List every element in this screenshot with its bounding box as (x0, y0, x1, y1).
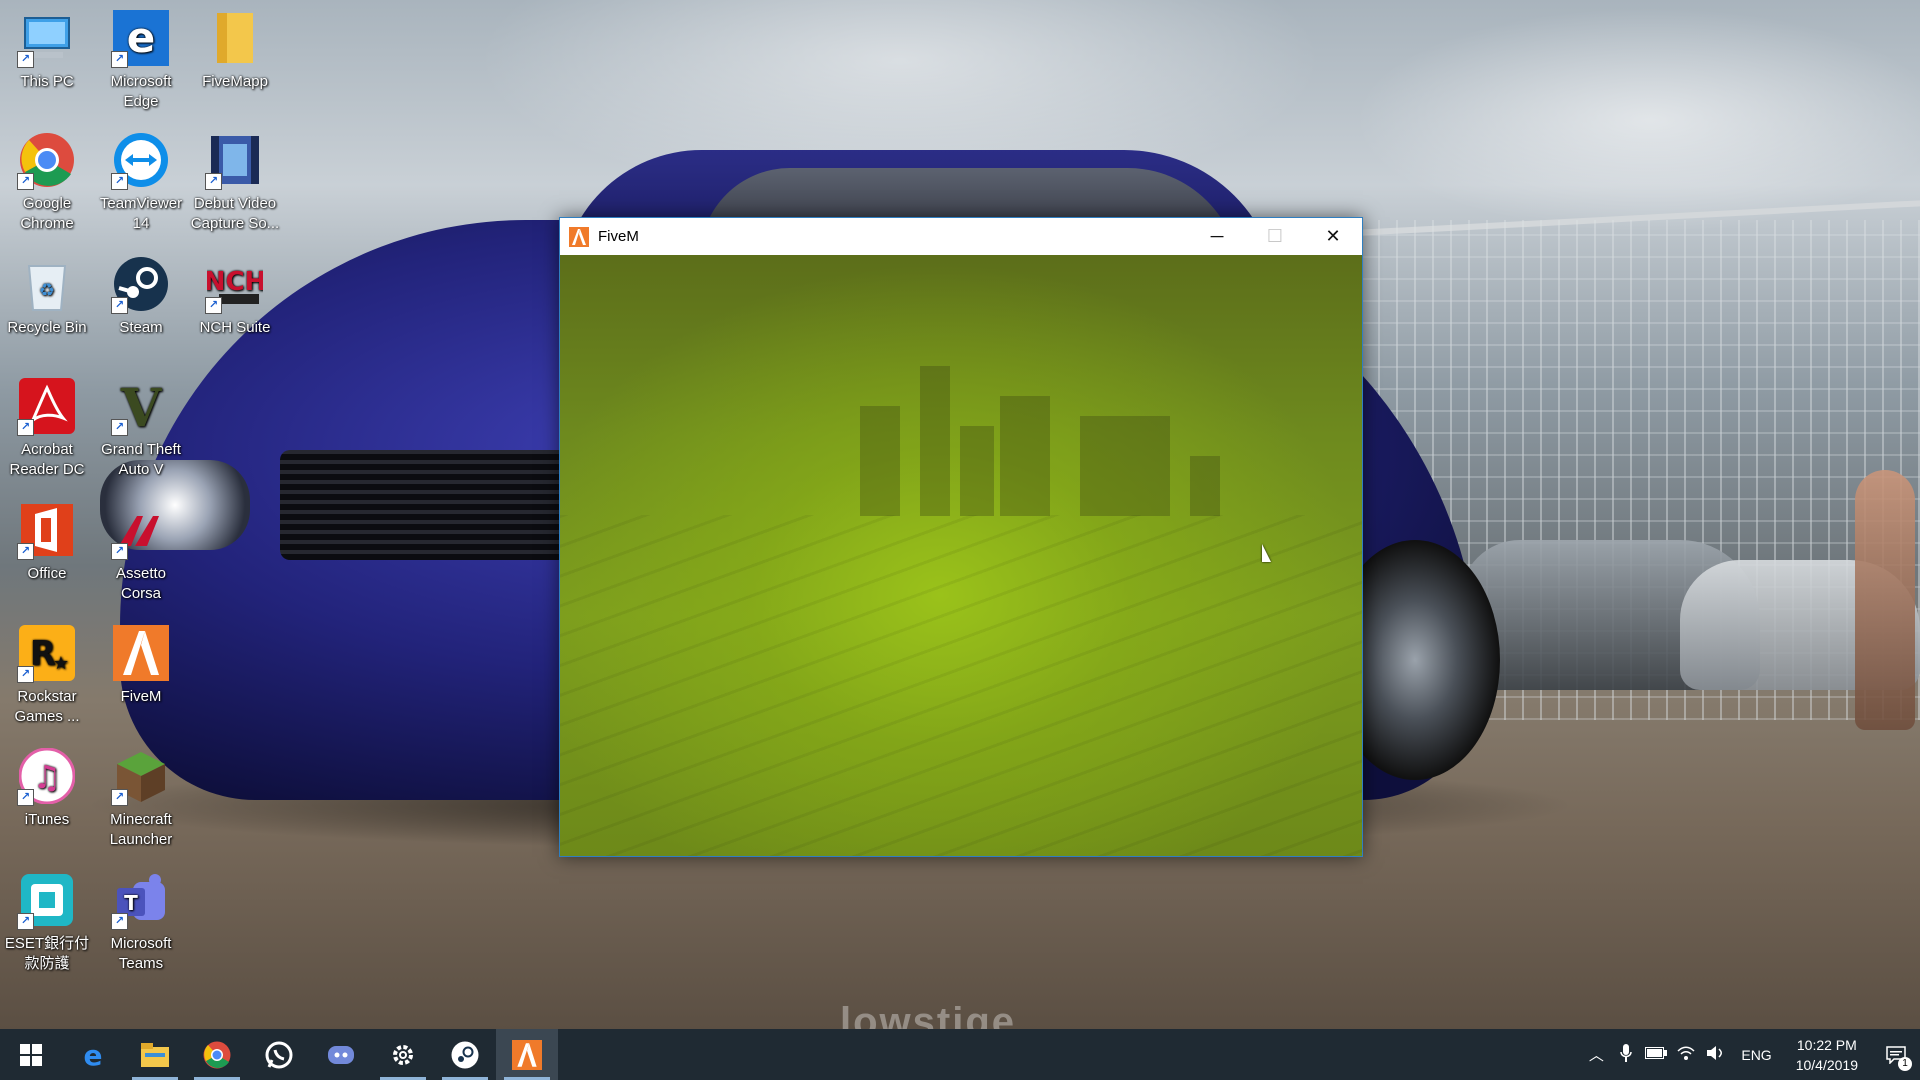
window-title: FiveM (598, 228, 639, 245)
maximize-button[interactable]: ☐ (1246, 218, 1304, 255)
fivem-window[interactable]: FiveM ─ ☐ ✕ (559, 217, 1363, 857)
folder-icon (205, 8, 265, 68)
desktop-wallpaper: lowstige ↗ This PC e ↗ Microsoft Edge Fi… (0, 0, 1920, 1029)
taskbar-chrome[interactable] (186, 1029, 248, 1080)
acrobat-icon: ↗ (17, 376, 77, 436)
svg-text:★: ★ (53, 653, 69, 674)
recycle-bin-icon: ♻ (17, 254, 77, 314)
steam-icon: ↗ (111, 254, 171, 314)
close-button[interactable]: ✕ (1304, 218, 1362, 255)
gta-icon: V ↗ (111, 376, 171, 436)
desktop-icon-debut-video[interactable]: ↗ Debut Video Capture So... (188, 124, 282, 234)
input-language[interactable]: ENG (1731, 1047, 1781, 1063)
mouse-cursor (1262, 544, 1280, 562)
clock[interactable]: 10:22 PM 10/4/2019 (1782, 1035, 1872, 1075)
assetto-corsa-icon: ↗ (111, 500, 171, 560)
start-button[interactable] (0, 1029, 62, 1080)
settings-icon (393, 1044, 413, 1065)
loading-city-ground (560, 515, 1362, 856)
svg-text:e: e (127, 13, 156, 62)
svg-text:♻: ♻ (39, 280, 55, 301)
loading-city-skyline (560, 366, 1362, 516)
taskbar-edge[interactable]: e (62, 1029, 124, 1080)
desktop-icon-office[interactable]: ↗ Office (0, 494, 94, 584)
edge-icon: e (84, 1041, 103, 1069)
wallpaper-person (1855, 470, 1915, 730)
clock-time: 10:22 PM (1796, 1036, 1857, 1053)
desktop-icon-itunes[interactable]: ♫ ↗ iTunes (0, 740, 94, 830)
desktop-icon-fivemapp[interactable]: FiveMapp (188, 2, 282, 92)
show-hidden-icons-chevron-icon[interactable]: ︿ (1581, 1044, 1611, 1065)
desktop-icon-google-chrome[interactable]: ↗ Google Chrome (0, 124, 94, 234)
office-icon: ↗ (17, 500, 77, 560)
action-center-button[interactable]: 1 (1872, 1029, 1920, 1080)
desktop-icon-teamviewer[interactable]: ↗ TeamViewer 14 (94, 124, 188, 234)
rockstar-icon: R ★ ↗ (17, 623, 77, 683)
notification-badge: 1 (1898, 1057, 1912, 1071)
desktop-icon-acrobat-reader[interactable]: ↗ Acrobat Reader DC (0, 370, 94, 480)
wallpaper-watermark: lowstige (840, 1000, 1017, 1029)
whatsapp-icon (265, 1041, 293, 1068)
itunes-icon: ♫ ↗ (17, 746, 77, 806)
system-tray: ︿ ENG 10:22 PM 10/4/2019 1 (1581, 1029, 1920, 1080)
taskbar-file-explorer[interactable] (124, 1029, 186, 1080)
taskbar-fivem[interactable] (496, 1029, 558, 1080)
svg-text:NCH: NCH (207, 267, 263, 297)
edge-icon: e ↗ (111, 8, 171, 68)
chrome-icon: ↗ (17, 130, 77, 190)
svg-text:e: e (84, 1041, 103, 1069)
microphone-icon[interactable] (1611, 1043, 1641, 1066)
teams-icon: T ↗ (111, 870, 171, 930)
chrome-icon (203, 1041, 231, 1068)
svg-text:♫: ♫ (33, 758, 62, 796)
desktop-icon-steam[interactable]: ↗ Steam (94, 248, 188, 338)
taskbar: e ︿ ENG 10:22 PM 10/4/2019 1 (0, 1029, 1920, 1080)
minimize-button[interactable]: ─ (1188, 218, 1246, 255)
fivem-icon (569, 226, 589, 247)
teamviewer-icon: ↗ (111, 130, 171, 190)
desktop-icon-assetto-corsa[interactable]: ↗ Assetto Corsa (94, 494, 188, 604)
volume-icon[interactable] (1701, 1045, 1731, 1065)
wifi-icon[interactable] (1671, 1045, 1701, 1065)
discord-icon (328, 1045, 354, 1064)
clock-date: 10/4/2019 (1795, 1056, 1858, 1073)
desktop-icon-fivem[interactable]: FiveM (94, 617, 188, 707)
taskbar-discord[interactable] (310, 1029, 372, 1080)
nch-icon: NCH ↗ (205, 254, 265, 314)
desktop-icon-recycle-bin[interactable]: ♻ Recycle Bin (0, 248, 94, 338)
taskbar-whatsapp[interactable] (248, 1029, 310, 1080)
window-controls: ─ ☐ ✕ (1188, 218, 1362, 255)
taskbar-steam[interactable] (434, 1029, 496, 1080)
desktop-icon-microsoft-edge[interactable]: e ↗ Microsoft Edge (94, 2, 188, 112)
file-explorer-icon (141, 1042, 169, 1067)
desktop-icon-rockstar[interactable]: R ★ ↗ Rockstar Games ... (0, 617, 94, 727)
window-titlebar[interactable]: FiveM ─ ☐ ✕ (560, 218, 1362, 255)
minecraft-icon: ↗ (111, 746, 171, 806)
fivem-icon (111, 623, 171, 683)
video-capture-icon: ↗ (205, 130, 265, 190)
taskbar-settings[interactable] (372, 1029, 434, 1080)
desktop-icon-gta-v[interactable]: V ↗ Grand Theft Auto V (94, 370, 188, 480)
computer-icon: ↗ (17, 8, 77, 68)
windows-icon (20, 1043, 42, 1066)
svg-text:T: T (124, 891, 138, 915)
battery-icon[interactable] (1641, 1046, 1671, 1063)
wallpaper-car-grille (280, 450, 580, 560)
fivem-icon (512, 1039, 542, 1070)
steam-icon (451, 1041, 479, 1068)
fivem-loading-background (560, 255, 1362, 856)
desktop-icon-nch-suite[interactable]: NCH ↗ NCH Suite (188, 248, 282, 338)
eset-icon: ↗ (17, 870, 77, 930)
desktop-icon-this-pc[interactable]: ↗ This PC (0, 2, 94, 92)
desktop-icon-microsoft-teams[interactable]: T ↗ Microsoft Teams (94, 864, 188, 974)
desktop-icon-minecraft[interactable]: ↗ Minecraft Launcher (94, 740, 188, 850)
desktop-icon-eset[interactable]: ↗ ESET銀行付款防護 (0, 864, 94, 974)
